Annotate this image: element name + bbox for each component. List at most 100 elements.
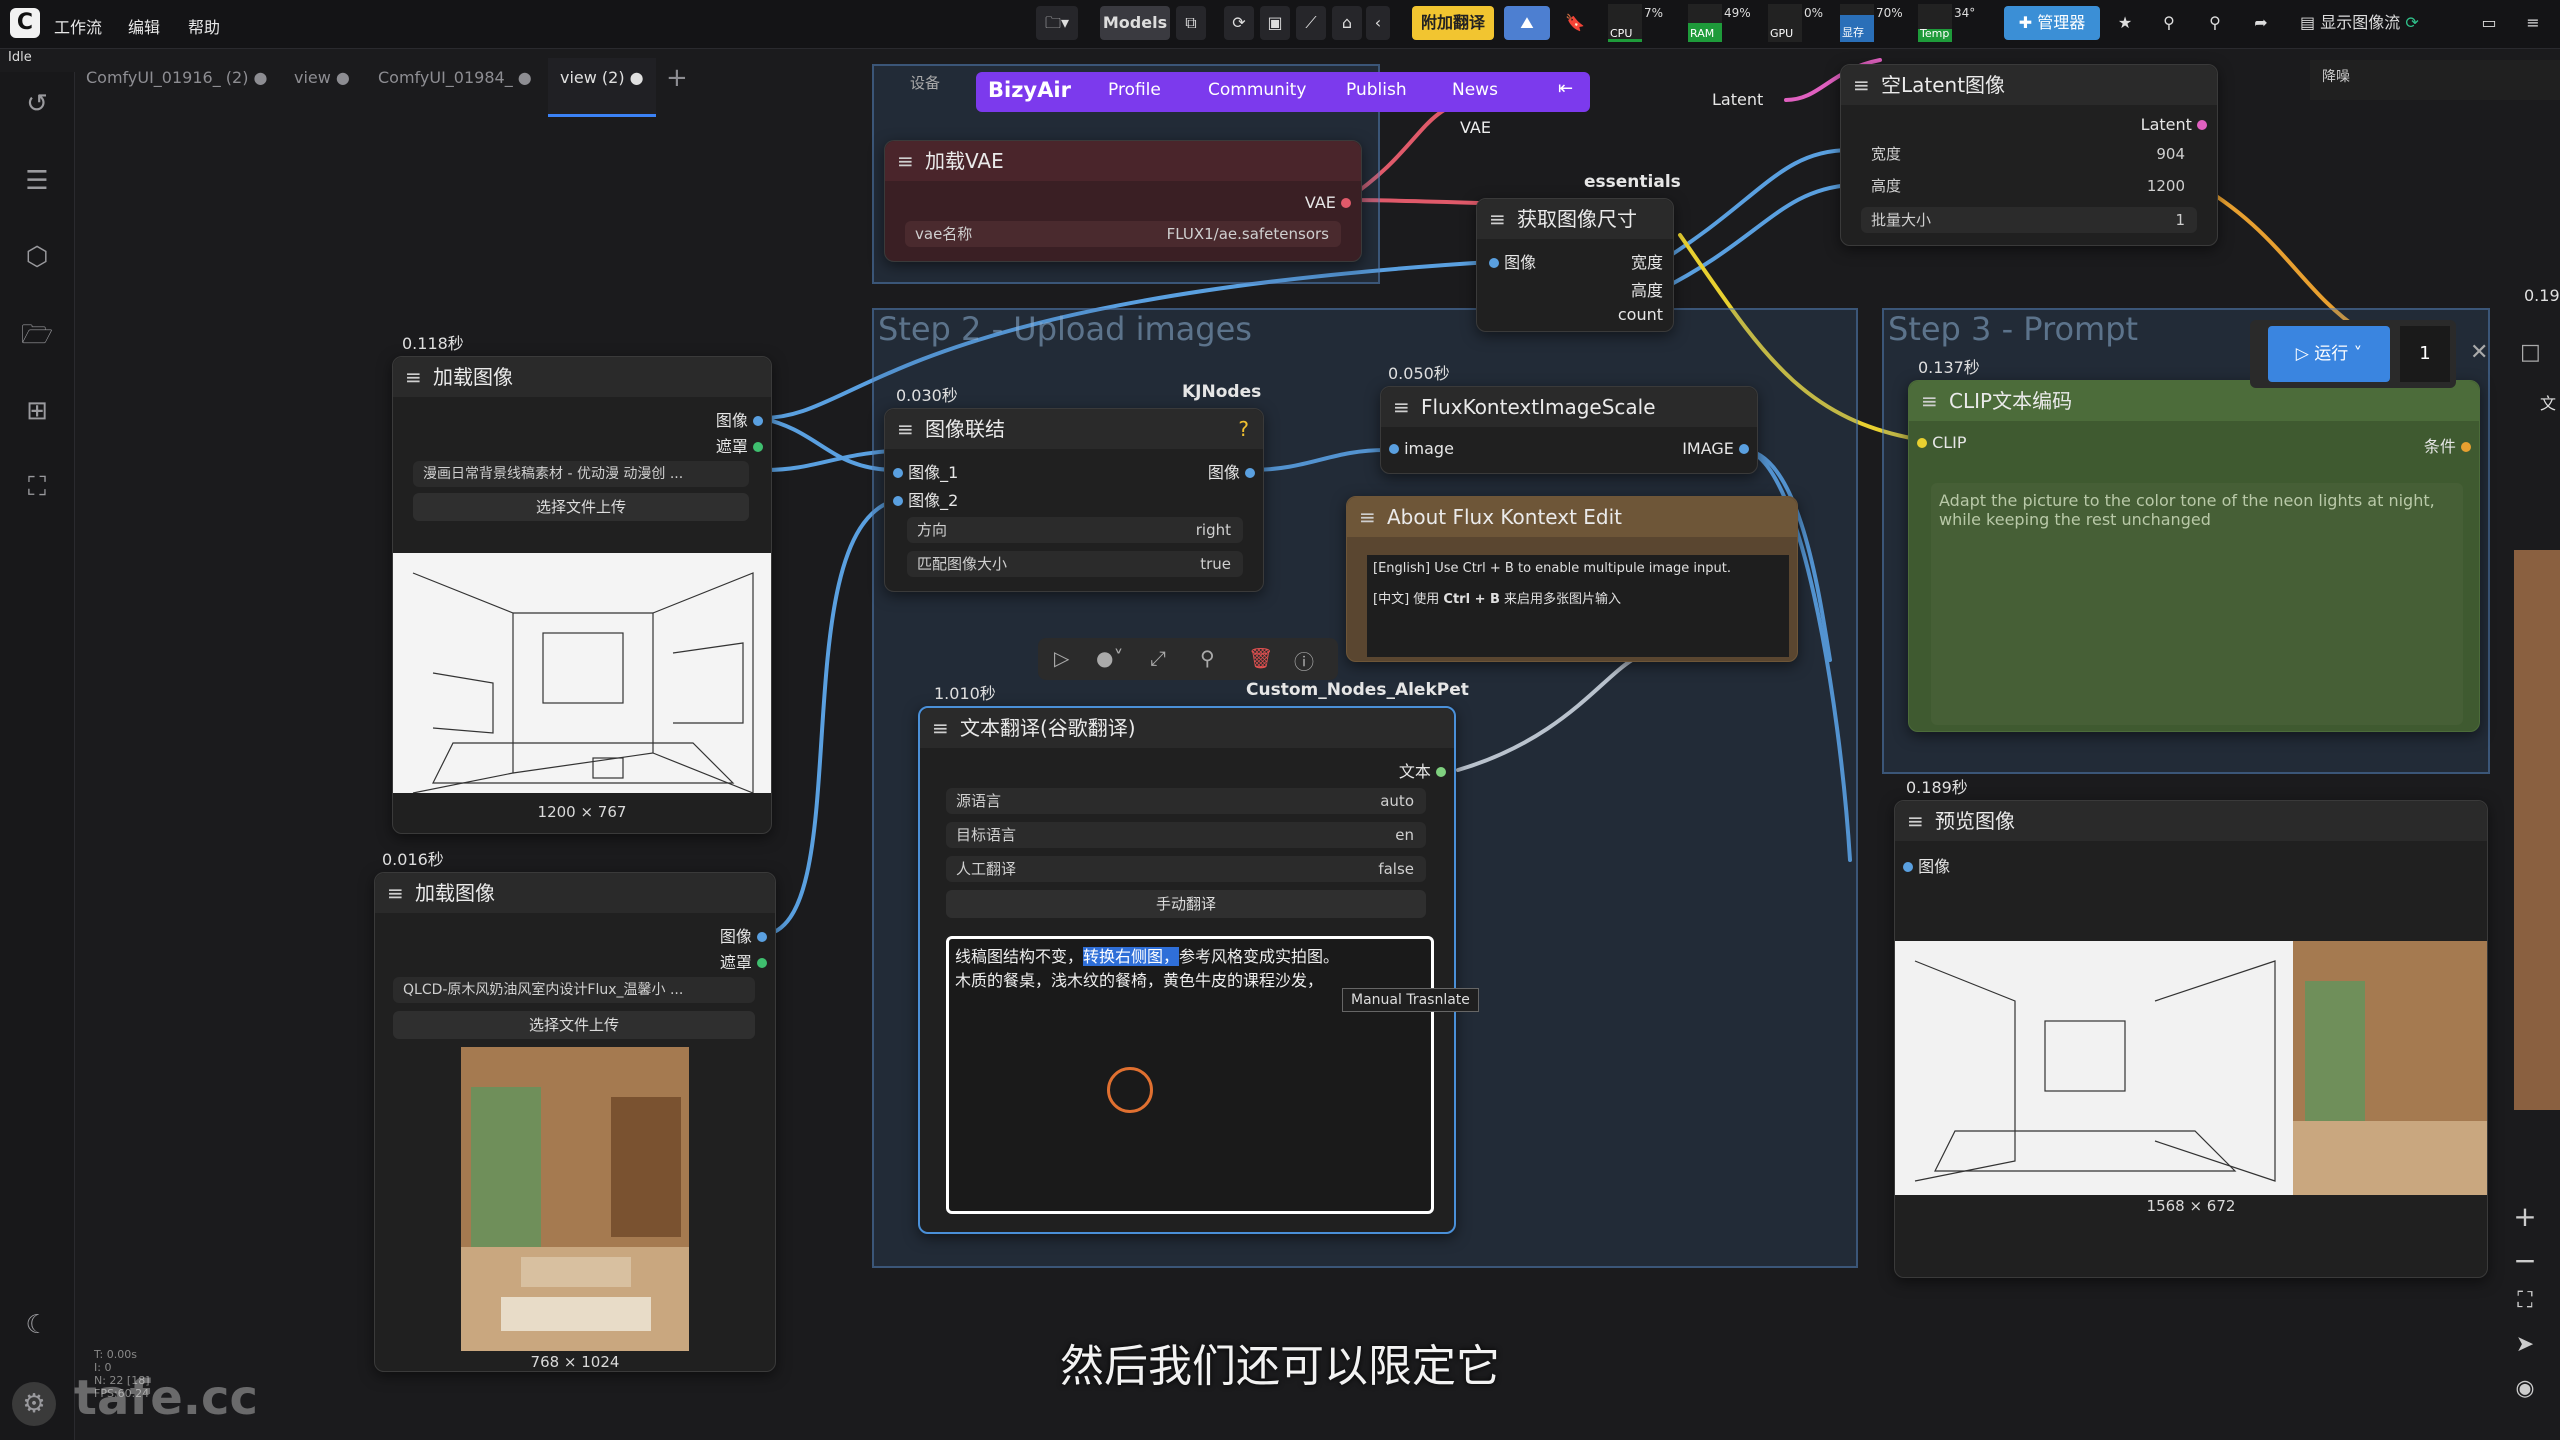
bypass-icon[interactable]: ⤢ (1150, 646, 1166, 670)
width-widget[interactable]: 宽度 904 (1861, 141, 2197, 167)
play-icon[interactable]: ▷ (1054, 646, 1069, 670)
node-empty-latent[interactable]: ≡ 空Latent图像 Latent 宽度 904 高度 1200 批量大小 1 (1840, 64, 2218, 246)
output-mask[interactable]: 遮罩 (720, 949, 767, 973)
translate-textarea[interactable]: 线稿图结构不变，转换右侧图，参考风格变成实拍图。 木质的餐桌，浅木纹的餐椅，黄色… (946, 936, 1434, 1214)
output-image[interactable]: 图像 (716, 407, 763, 431)
node-timing: 1.010秒 (934, 684, 996, 703)
output-width[interactable]: 宽度 (1631, 249, 1663, 273)
bizyair-toolbar: BizyAir Profile Community Publish News ⇤ (976, 72, 1590, 112)
node-title: CLIP文本编码 (1949, 389, 2073, 413)
menu-icon[interactable]: ≡ (1393, 387, 1410, 427)
menu-icon[interactable]: ≡ (405, 357, 422, 397)
square-icon[interactable]: □ (2520, 340, 2541, 365)
node-title: 加载VAE (925, 149, 1004, 173)
info-icon[interactable]: ⓘ (1294, 646, 1314, 675)
menu-icon[interactable]: ≡ (897, 141, 914, 181)
upload-button[interactable]: 选择文件上传 (393, 1011, 755, 1039)
output-label: 宽度 (1630, 253, 1663, 272)
node-preview-image[interactable]: ≡ 预览图像 图像 1568 × 672 (1894, 800, 2488, 1278)
output-count[interactable]: count (1618, 305, 1663, 324)
image-file-widget[interactable]: 漫画日常背景线稿素材 - 优动漫 动漫创 ... (413, 461, 749, 487)
output-image[interactable]: 图像 (720, 923, 767, 947)
node-load-image-2[interactable]: ≡ 加载图像 图像 遮罩 QLCD-原木风奶油风室内设计Flux_温馨小 ... … (374, 872, 776, 1372)
about-english: [English] Use Ctrl + B to enable multipu… (1373, 561, 1732, 576)
menu-icon[interactable]: ≡ (1359, 497, 1376, 537)
output-conditioning[interactable]: 条件 (2424, 433, 2471, 457)
input-image-2[interactable]: 图像_2 (893, 487, 958, 511)
widget-value: true (1200, 555, 1231, 573)
menu-icon[interactable]: ≡ (1489, 199, 1506, 239)
latent-link-label: Latent (1712, 90, 1764, 109)
node-timing: 0.189秒 (1906, 778, 1968, 797)
input-label: image (1404, 439, 1454, 458)
help-icon[interactable]: ? (1238, 409, 1249, 449)
menu-icon[interactable]: ≡ (897, 409, 914, 449)
image-file-widget[interactable]: QLCD-原木风奶油风室内设计Flux_温馨小 ... (393, 977, 755, 1003)
bizyair-brand[interactable]: BizyAir (988, 78, 1071, 102)
menu-icon[interactable]: ≡ (387, 873, 404, 913)
node-about-flux-kontext[interactable]: ≡ About Flux Kontext Edit [English] Use C… (1346, 496, 1798, 662)
height-widget[interactable]: 高度 1200 (1861, 173, 2197, 199)
manual-translate-toggle[interactable]: 人工翻译 false (946, 856, 1426, 882)
widget-label: 匹配图像大小 (917, 555, 1008, 573)
menu-icon[interactable]: ≡ (932, 708, 949, 748)
output-mask[interactable]: 遮罩 (716, 433, 763, 457)
menu-icon[interactable]: ≡ (1921, 381, 1938, 421)
delete-icon[interactable]: 🗑 (1248, 646, 1273, 670)
bizyair-profile[interactable]: Profile (1108, 80, 1161, 100)
manual-translate-button[interactable]: 手动翻译 (946, 890, 1426, 918)
textarea-text: 木质的餐桌，浅木纹的餐椅，黄色牛皮的课程沙发， (955, 971, 1324, 990)
image-size-caption: 1200 × 767 (537, 803, 627, 821)
output-label: 图像 (1207, 463, 1240, 482)
color-picker-icon[interactable]: ●˅ (1096, 646, 1123, 670)
pin-icon[interactable]: ⚲ (1200, 646, 1215, 670)
batch-count-input[interactable]: 1 (2400, 326, 2450, 382)
fit-view-icon[interactable]: ⛶ (2500, 1288, 2550, 1332)
upload-button[interactable]: 选择文件上传 (413, 493, 749, 521)
node-load-image-1[interactable]: ≡ 加载图像 图像 遮罩 漫画日常背景线稿素材 - 优动漫 动漫创 ... 选择文… (392, 356, 772, 834)
output-image[interactable]: IMAGE (1682, 439, 1749, 458)
input-image[interactable]: 图像 (1903, 853, 1950, 877)
batch-size-widget[interactable]: 批量大小 1 (1861, 207, 2197, 233)
zoom-out-icon[interactable]: − (2500, 1244, 2550, 1288)
output-latent[interactable]: Latent (2141, 115, 2207, 134)
node-title: FluxKontextImageScale (1421, 395, 1656, 419)
menu-icon[interactable]: ≡ (1907, 801, 1924, 841)
node-text-translate[interactable]: ≡ 文本翻译(谷歌翻译) 文本 源语言 auto 目标语言 en 人工翻译 false … (918, 706, 1456, 1234)
input-clip[interactable]: CLIP (1917, 433, 1967, 452)
node-load-vae[interactable]: ≡ 加载VAE VAE vae名称 FLUX1/ae.safetensors (884, 140, 1362, 262)
input-image[interactable]: 图像 (1489, 249, 1536, 273)
output-image[interactable]: 图像 (1208, 459, 1255, 483)
direction-widget[interactable]: 方向 right (907, 517, 1243, 543)
output-height[interactable]: 高度 (1631, 277, 1663, 301)
bizyair-publish[interactable]: Publish (1346, 80, 1407, 100)
input-label: CLIP (1932, 433, 1967, 452)
run-button[interactable]: ▷ 运行 ˅ (2268, 326, 2390, 382)
zoom-in-icon[interactable]: + (2500, 1200, 2550, 1244)
node-clip-text-encode[interactable]: ≡ CLIP文本编码 CLIP 条件 Adapt the picture to t… (1908, 380, 2480, 732)
node-flux-kontext-image-scale[interactable]: ≡ FluxKontextImageScale image IMAGE (1380, 386, 1758, 474)
bizyair-news[interactable]: News (1452, 80, 1498, 100)
output-text[interactable]: 文本 (1399, 758, 1446, 782)
close-icon[interactable]: ✕ (2470, 340, 2488, 365)
widget-label: 批量大小 (1871, 211, 1932, 229)
menu-icon[interactable]: ≡ (1853, 65, 1870, 105)
input-label: 图像 (1504, 253, 1537, 272)
vae-name-widget[interactable]: vae名称 FLUX1/ae.safetensors (905, 221, 1341, 247)
node-timing: 0.118秒 (402, 334, 464, 353)
source-language-widget[interactable]: 源语言 auto (946, 788, 1426, 814)
clip-prompt-textarea[interactable]: Adapt the picture to the color tone of t… (1931, 483, 2463, 725)
node-image-concat[interactable]: ≡ 图像联结? 图像_1 图像_2 图像 方向 right 匹配图像大小 true (884, 408, 1264, 592)
input-image-1[interactable]: 图像_1 (893, 459, 958, 483)
partial-node-denoise[interactable]: 降噪 (2310, 60, 2560, 100)
input-image[interactable]: image (1389, 439, 1454, 458)
output-vae[interactable]: VAE (1305, 193, 1351, 212)
about-shortcut: Ctrl + B (1443, 592, 1500, 607)
node-get-image-size[interactable]: ≡ 获取图像尺寸 图像 宽度 高度 count (1476, 198, 1674, 332)
target-language-widget[interactable]: 目标语言 en (946, 822, 1426, 848)
match-size-toggle[interactable]: 匹配图像大小 true (907, 551, 1243, 577)
collapse-icon[interactable]: ⇤ (1558, 78, 1573, 99)
bizyair-community[interactable]: Community (1208, 80, 1306, 100)
about-note: [English] Use Ctrl + B to enable multipu… (1367, 555, 1789, 657)
textarea-text: 线稿图结构不变， (955, 947, 1084, 966)
